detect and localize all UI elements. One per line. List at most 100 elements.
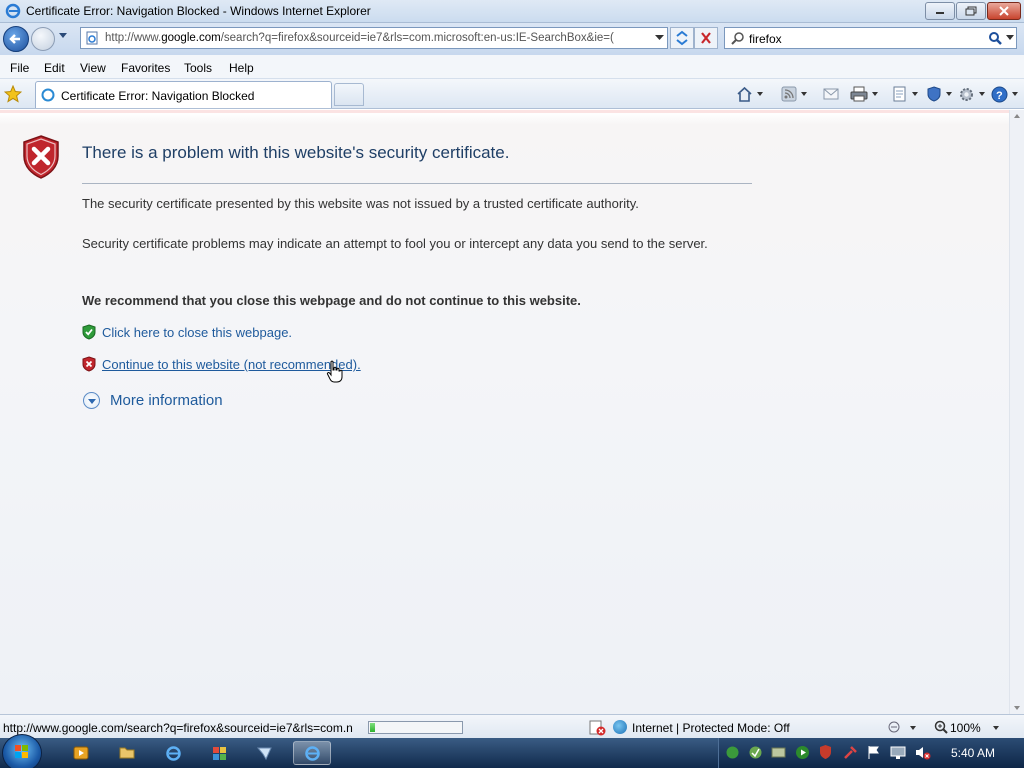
- tools-dropdown-icon[interactable]: [979, 92, 985, 96]
- window-title: Certificate Error: Navigation Blocked - …: [26, 4, 371, 18]
- home-icon: [737, 86, 752, 102]
- menu-favorites[interactable]: Favorites: [121, 61, 170, 75]
- vertical-scrollbar[interactable]: [1009, 110, 1024, 714]
- print-button[interactable]: [850, 86, 878, 102]
- tool-tray-icon[interactable]: [843, 745, 858, 760]
- heading-divider: [82, 183, 752, 184]
- help-menu-button[interactable]: ?: [991, 86, 1018, 102]
- address-url: http://www.google.com/search?q=firefox&s…: [105, 32, 650, 44]
- url-rest: /search?q=firefox&sourceid=ie7&rls=com.m…: [220, 32, 614, 44]
- feeds-dropdown-icon[interactable]: [801, 92, 807, 96]
- security-tray-icon[interactable]: [748, 745, 763, 760]
- read-mail-button[interactable]: [823, 86, 839, 102]
- clock[interactable]: 5:40 AM: [951, 746, 995, 760]
- play-tray-icon[interactable]: [795, 745, 810, 760]
- recommendation-text: We recommend that you close this webpage…: [82, 293, 581, 308]
- gear-icon: [960, 87, 973, 101]
- certificate-warning-message: Security certificate problems may indica…: [82, 236, 708, 251]
- progress-fill: [370, 723, 375, 732]
- certificate-issuer-message: The security certificate presented by th…: [82, 196, 639, 211]
- menu-bar: File Edit View Favorites Tools Help: [0, 55, 1024, 79]
- stop-icon: [701, 32, 711, 44]
- app-tray-icon[interactable]: [771, 745, 786, 760]
- search-input[interactable]: [749, 31, 979, 46]
- tab-bar: Certificate Error: Navigation Blocked ?: [0, 79, 1024, 109]
- expand-chevron-icon[interactable]: [83, 392, 100, 409]
- media-player-icon[interactable]: [73, 746, 89, 760]
- taskbar: 5:40 AM: [0, 734, 1024, 768]
- security-zone-text[interactable]: Internet | Protected Mode: Off: [632, 721, 790, 735]
- url-domain: google.com: [161, 32, 221, 44]
- page-icon: [893, 86, 906, 102]
- restore-button[interactable]: [956, 2, 986, 20]
- page-menu-button[interactable]: [892, 86, 918, 102]
- display-tray-icon[interactable]: [890, 745, 906, 760]
- zoom-dropdown-icon[interactable]: [993, 726, 999, 730]
- address-bar[interactable]: http://www.google.com/search?q=firefox&s…: [80, 27, 668, 49]
- forward-button[interactable]: [31, 27, 55, 51]
- volume-muted-icon[interactable]: [915, 745, 931, 760]
- tools-menu-button[interactable]: [958, 86, 985, 102]
- continue-to-website-link[interactable]: Continue to this website (not recommende…: [102, 357, 361, 372]
- scroll-up-icon[interactable]: [1014, 114, 1020, 118]
- start-button[interactable]: [2, 734, 42, 768]
- new-tab-button[interactable]: [334, 83, 364, 106]
- refresh-icon: [676, 30, 688, 46]
- feeds-icon: [781, 86, 797, 102]
- address-dropdown-icon[interactable]: [655, 35, 664, 41]
- recent-pages-dropdown-icon[interactable]: [58, 32, 68, 40]
- printer-icon: [850, 86, 868, 102]
- page-icon: [86, 31, 98, 45]
- search-provider-icon: [731, 32, 744, 45]
- ie-quicklaunch-icon[interactable]: [165, 745, 182, 762]
- help-dropdown-icon[interactable]: [1012, 92, 1018, 96]
- menu-help[interactable]: Help: [229, 61, 254, 75]
- menu-edit[interactable]: Edit: [44, 61, 65, 75]
- restore-icon: [965, 6, 977, 16]
- action-center-flag-icon[interactable]: [867, 745, 881, 760]
- zoom-icon[interactable]: [934, 720, 948, 734]
- search-options-dropdown-icon[interactable]: [1006, 35, 1014, 41]
- scroll-down-icon[interactable]: [1014, 706, 1020, 710]
- blocked-page-icon[interactable]: [589, 720, 607, 736]
- menu-file[interactable]: File: [10, 61, 29, 75]
- home-dropdown-icon[interactable]: [757, 92, 763, 96]
- shield-tray-icon[interactable]: [819, 744, 832, 760]
- tab-certificate-error[interactable]: Certificate Error: Navigation Blocked: [35, 81, 332, 108]
- favorites-star-icon[interactable]: [4, 85, 22, 103]
- app-quicklaunch-icon[interactable]: [211, 745, 228, 762]
- minimize-button[interactable]: [925, 2, 955, 20]
- search-go-icon[interactable]: [988, 31, 1002, 45]
- tab-loading-icon: [41, 88, 55, 102]
- safety-dropdown-icon[interactable]: [946, 92, 952, 96]
- status-url: http://www.google.com/search?q=firefox&s…: [3, 721, 353, 735]
- page-effects-icon[interactable]: [888, 721, 902, 733]
- print-dropdown-icon[interactable]: [872, 92, 878, 96]
- safety-shield-icon: [927, 86, 941, 102]
- help-icon: ?: [991, 86, 1008, 102]
- url-prefix: http://www.: [105, 32, 162, 44]
- internet-zone-icon[interactable]: [613, 720, 627, 734]
- safety-menu-button[interactable]: [926, 86, 952, 102]
- close-webpage-link[interactable]: Click here to close this webpage.: [102, 325, 292, 340]
- feeds-button[interactable]: [781, 86, 807, 102]
- close-window-button[interactable]: [987, 2, 1021, 20]
- taskbar-explorer[interactable]: [108, 741, 146, 765]
- refresh-button[interactable]: [670, 27, 694, 49]
- back-arrow-icon: [9, 34, 20, 44]
- messenger-quicklaunch-icon[interactable]: [256, 745, 273, 762]
- tab-title: Certificate Error: Navigation Blocked: [61, 89, 255, 103]
- page-effects-dropdown-icon[interactable]: [910, 726, 916, 730]
- zoom-level[interactable]: 100%: [950, 721, 981, 735]
- stop-button[interactable]: [694, 27, 718, 49]
- search-box[interactable]: [724, 27, 1017, 49]
- more-information-link[interactable]: More information: [110, 392, 223, 409]
- title-bar: Certificate Error: Navigation Blocked - …: [0, 0, 1024, 23]
- network-tray-icon[interactable]: [725, 745, 740, 760]
- taskbar-internet-explorer[interactable]: [293, 741, 331, 765]
- back-button[interactable]: [3, 26, 29, 52]
- menu-tools[interactable]: Tools: [184, 61, 212, 75]
- home-button[interactable]: [736, 86, 763, 102]
- menu-view[interactable]: View: [80, 61, 106, 75]
- page-dropdown-icon[interactable]: [912, 92, 918, 96]
